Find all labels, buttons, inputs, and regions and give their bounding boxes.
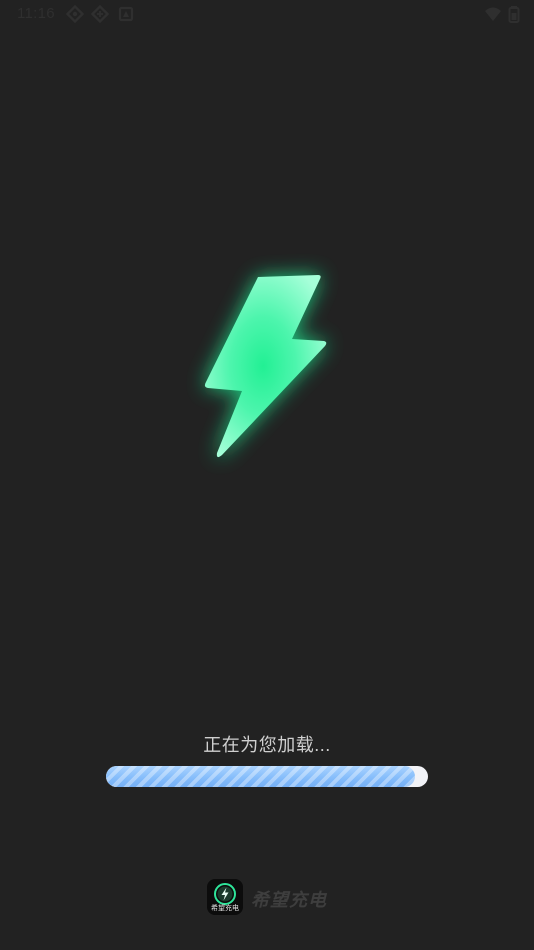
crosshair-icon: [91, 5, 109, 23]
battery-icon: [505, 5, 523, 23]
splash-screen: 11:16 正在为您加载... 希望充电 希望充电: [0, 0, 534, 950]
app-logo-label: 希望充电: [211, 905, 239, 912]
lightning-bolt-icon: [180, 255, 355, 475]
sync-icon: [66, 5, 84, 23]
status-bar: 11:16: [0, 0, 534, 28]
loading-progress-fill: [106, 766, 416, 787]
status-time: 11:16: [17, 5, 55, 22]
notification-icon: [117, 5, 135, 23]
app-logo: 希望充电: [207, 879, 243, 915]
app-name: 希望充电: [251, 890, 327, 910]
loading-message: 正在为您加载...: [203, 735, 331, 755]
loading-progress-bar: [106, 766, 428, 787]
wifi-icon: [484, 5, 502, 23]
